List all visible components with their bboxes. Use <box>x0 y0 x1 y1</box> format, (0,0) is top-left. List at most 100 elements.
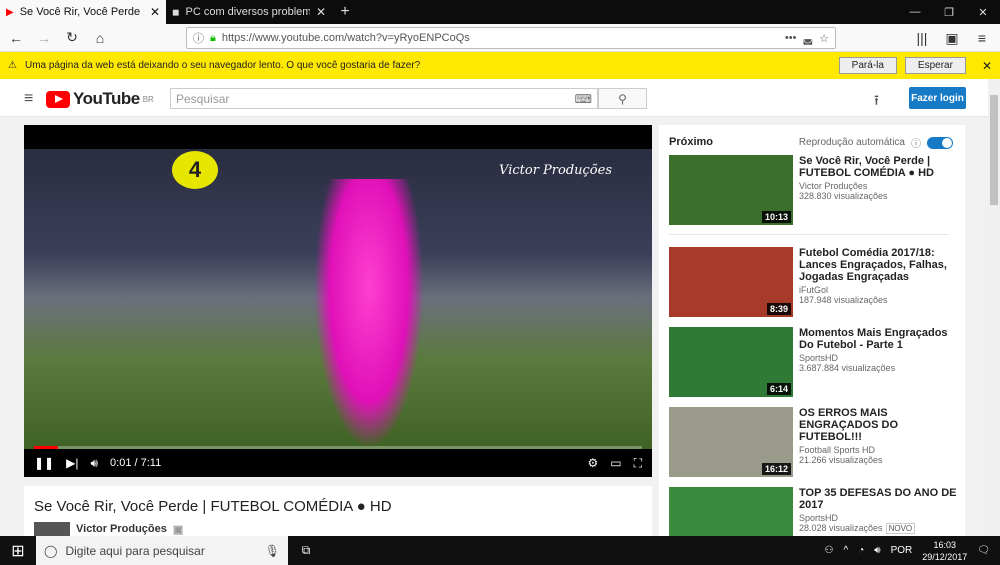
scrollbar-thumb[interactable] <box>990 95 998 205</box>
new-tab-button[interactable]: + <box>332 0 358 24</box>
video-thumbnail[interactable]: 16:12 <box>669 407 793 477</box>
view-count: 28.028 visualizações <box>799 523 883 533</box>
search-icon: ⚲ <box>618 91 627 106</box>
minimize-icon[interactable]: — <box>898 0 932 24</box>
clock[interactable]: 16:03 29/12/2017 <box>922 539 967 563</box>
channel-name: Football Sports HD <box>799 445 876 455</box>
region-code: BR <box>142 94 154 104</box>
video-player[interactable]: 4 Victor Produções ❚❚ ▶| 🔊︎ 0:01 / 7:11 … <box>24 125 652 477</box>
wait-button[interactable]: Esperar <box>904 57 966 74</box>
guide-menu-icon[interactable]: ≡ <box>24 90 33 108</box>
reload-button[interactable]: ↻ <box>60 26 84 50</box>
youtube-logo[interactable]: YouTube BR <box>46 89 154 109</box>
keyboard-icon[interactable]: ⌨ <box>575 92 592 106</box>
video-thumbnail[interactable] <box>669 487 793 538</box>
video-info: Se Você Rir, Você Perde | FUTEBOL COMÉDI… <box>24 486 652 538</box>
channel-name[interactable]: Victor Produções <box>76 523 167 535</box>
close-notification-icon[interactable]: ✕ <box>982 59 992 73</box>
youtube-header: ≡ YouTube BR Pesquisar ⌨ ⚲ ⭱ Fazer login <box>0 79 988 117</box>
page-actions-icon[interactable]: ••• <box>785 32 797 44</box>
list-item[interactable]: 8:39 Futebol Comédia 2017/18: Lances Eng… <box>669 247 959 317</box>
next-icon[interactable]: ▶| <box>66 456 78 470</box>
volume-icon[interactable]: 🔊︎ <box>90 456 98 471</box>
video-title[interactable]: Se Você Rir, Você Perde | FUTEBOL COMÉDI… <box>799 155 959 179</box>
microphone-icon[interactable]: 🎙︎ <box>265 544 280 558</box>
theater-mode-icon[interactable]: ▭ <box>610 456 621 470</box>
notifications-icon[interactable]: 🗨︎ <box>977 545 990 556</box>
clock-date: 29/12/2017 <box>922 551 968 562</box>
video-title: Se Você Rir, Você Perde | FUTEBOL COMÉDI… <box>34 498 392 515</box>
upload-icon[interactable]: ⭱ <box>874 90 879 114</box>
channel-row: Victor Produções ▣ <box>34 522 183 536</box>
warning-icon: ⚠ <box>8 60 17 71</box>
volume-tray-icon[interactable]: 🔊︎ <box>874 545 880 556</box>
page-scrollbar[interactable] <box>988 79 1000 536</box>
clock-time: 16:03 <box>933 539 957 550</box>
library-icon[interactable]: ||| <box>910 26 934 50</box>
network-icon[interactable]: ◔ <box>858 545 864 556</box>
slow-page-notification: ⚠ Uma página da web está deixando o seu … <box>0 52 1000 79</box>
video-title[interactable]: TOP 35 DEFESAS DO ANO DE 2017 <box>799 487 959 511</box>
list-item[interactable]: TOP 35 DEFESAS DO ANO DE 2017 SportsHD 2… <box>669 487 959 538</box>
windows-start-icon[interactable]: ⊞ <box>0 536 36 565</box>
youtube-favicon-icon: ▶ <box>6 6 14 18</box>
view-count: 187.948 visualizações <box>799 295 888 305</box>
restore-icon[interactable]: ❐ <box>932 0 966 24</box>
stop-script-button[interactable]: Pará-la <box>838 57 897 74</box>
fullscreen-icon[interactable]: ⛶ <box>634 456 642 471</box>
cortana-icon: ◯ <box>44 543 58 558</box>
divider <box>669 234 949 235</box>
tray-arrow-icon[interactable]: ^ <box>844 545 849 556</box>
lock-icon[interactable]: 🔒︎ <box>210 32 216 45</box>
close-tab-icon[interactable]: ✕ <box>150 5 160 19</box>
people-icon[interactable]: ⚇ <box>825 545 834 556</box>
video-thumbnail[interactable]: 10:13 <box>669 155 793 225</box>
autoplay-toggle[interactable] <box>927 136 953 149</box>
video-badge-number: 4 <box>172 151 218 189</box>
pocket-icon[interactable]: ◛ <box>802 32 813 45</box>
login-button[interactable]: Fazer login <box>909 87 966 109</box>
view-count: 3.687.884 visualizações <box>799 363 896 373</box>
close-window-icon[interactable]: ✕ <box>966 0 1000 24</box>
duration-badge: 6:14 <box>766 383 791 395</box>
menu-icon[interactable]: ≡ <box>970 26 994 50</box>
list-item[interactable]: 16:12 OS ERROS MAIS ENGRAÇADOS DO FUTEBO… <box>669 407 959 477</box>
close-tab-icon[interactable]: ✕ <box>316 5 326 19</box>
video-frame[interactable]: 4 Victor Produções <box>24 149 652 449</box>
back-button[interactable]: ← <box>4 26 28 50</box>
bookmark-star-icon[interactable]: ☆ <box>819 32 829 45</box>
windows-taskbar: ⊞ ◯ Digite aqui para pesquisar 🎙︎ ⧉ ⚇ ^ … <box>0 536 1000 565</box>
search-input[interactable]: Pesquisar ⌨ <box>170 88 598 109</box>
video-title[interactable]: Momentos Mais Engraçados Do Futebol - Pa… <box>799 327 959 351</box>
channel-avatar[interactable] <box>34 522 70 536</box>
channel-name: Victor Produções <box>799 181 868 191</box>
system-tray: ⚇ ^ ◔ 🔊︎ POR 16:03 29/12/2017 🗨︎ <box>825 539 1000 563</box>
video-title[interactable]: Futebol Comédia 2017/18: Lances Engraçad… <box>799 247 959 283</box>
info-icon[interactable]: ⓘ <box>193 30 204 46</box>
player-controls: ❚❚ ▶| 🔊︎ 0:01 / 7:11 ⚙ ▭ ⛶ <box>24 449 652 477</box>
search-button[interactable]: ⚲ <box>598 88 647 109</box>
tab-forum[interactable]: ◼ PC com diversos problemas - P ✕ <box>166 0 332 24</box>
url-text[interactable]: https://www.youtube.com/watch?v=yRyoENPC… <box>222 32 779 44</box>
autoplay-info-icon[interactable]: ⓘ <box>911 135 921 150</box>
video-thumbnail[interactable]: 8:39 <box>669 247 793 317</box>
forward-button[interactable]: → <box>32 26 56 50</box>
pause-icon[interactable]: ❚❚ <box>34 456 54 470</box>
up-next-heading: Próximo <box>669 136 714 148</box>
settings-gear-icon[interactable]: ⚙ <box>587 456 598 470</box>
home-button[interactable]: ⌂ <box>88 26 112 50</box>
taskbar-search-input[interactable]: ◯ Digite aqui para pesquisar 🎙︎ <box>36 536 288 565</box>
list-item[interactable]: 6:14 Momentos Mais Engraçados Do Futebol… <box>669 327 959 397</box>
tab-youtube[interactable]: ▶ Se Você Rir, Você Perde | FUTEB ✕ <box>0 0 166 24</box>
window-controls: — ❐ ✕ <box>898 0 1000 24</box>
sidebar-icon[interactable]: ▣ <box>940 26 964 50</box>
video-thumbnail[interactable]: 6:14 <box>669 327 793 397</box>
new-badge: NOVO <box>885 523 916 534</box>
video-title[interactable]: OS ERROS MAIS ENGRAÇADOS DO FUTEBOL!!! <box>799 407 959 443</box>
task-view-icon[interactable]: ⧉ <box>288 543 324 558</box>
address-bar[interactable]: ⓘ 🔒︎ https://www.youtube.com/watch?v=yRy… <box>186 27 836 49</box>
language-indicator[interactable]: POR <box>891 545 913 556</box>
list-item[interactable]: 10:13 Se Você Rir, Você Perde | FUTEBOL … <box>669 155 959 225</box>
channel-name: SportsHD <box>799 353 839 363</box>
video-frame-figure <box>314 179 424 449</box>
